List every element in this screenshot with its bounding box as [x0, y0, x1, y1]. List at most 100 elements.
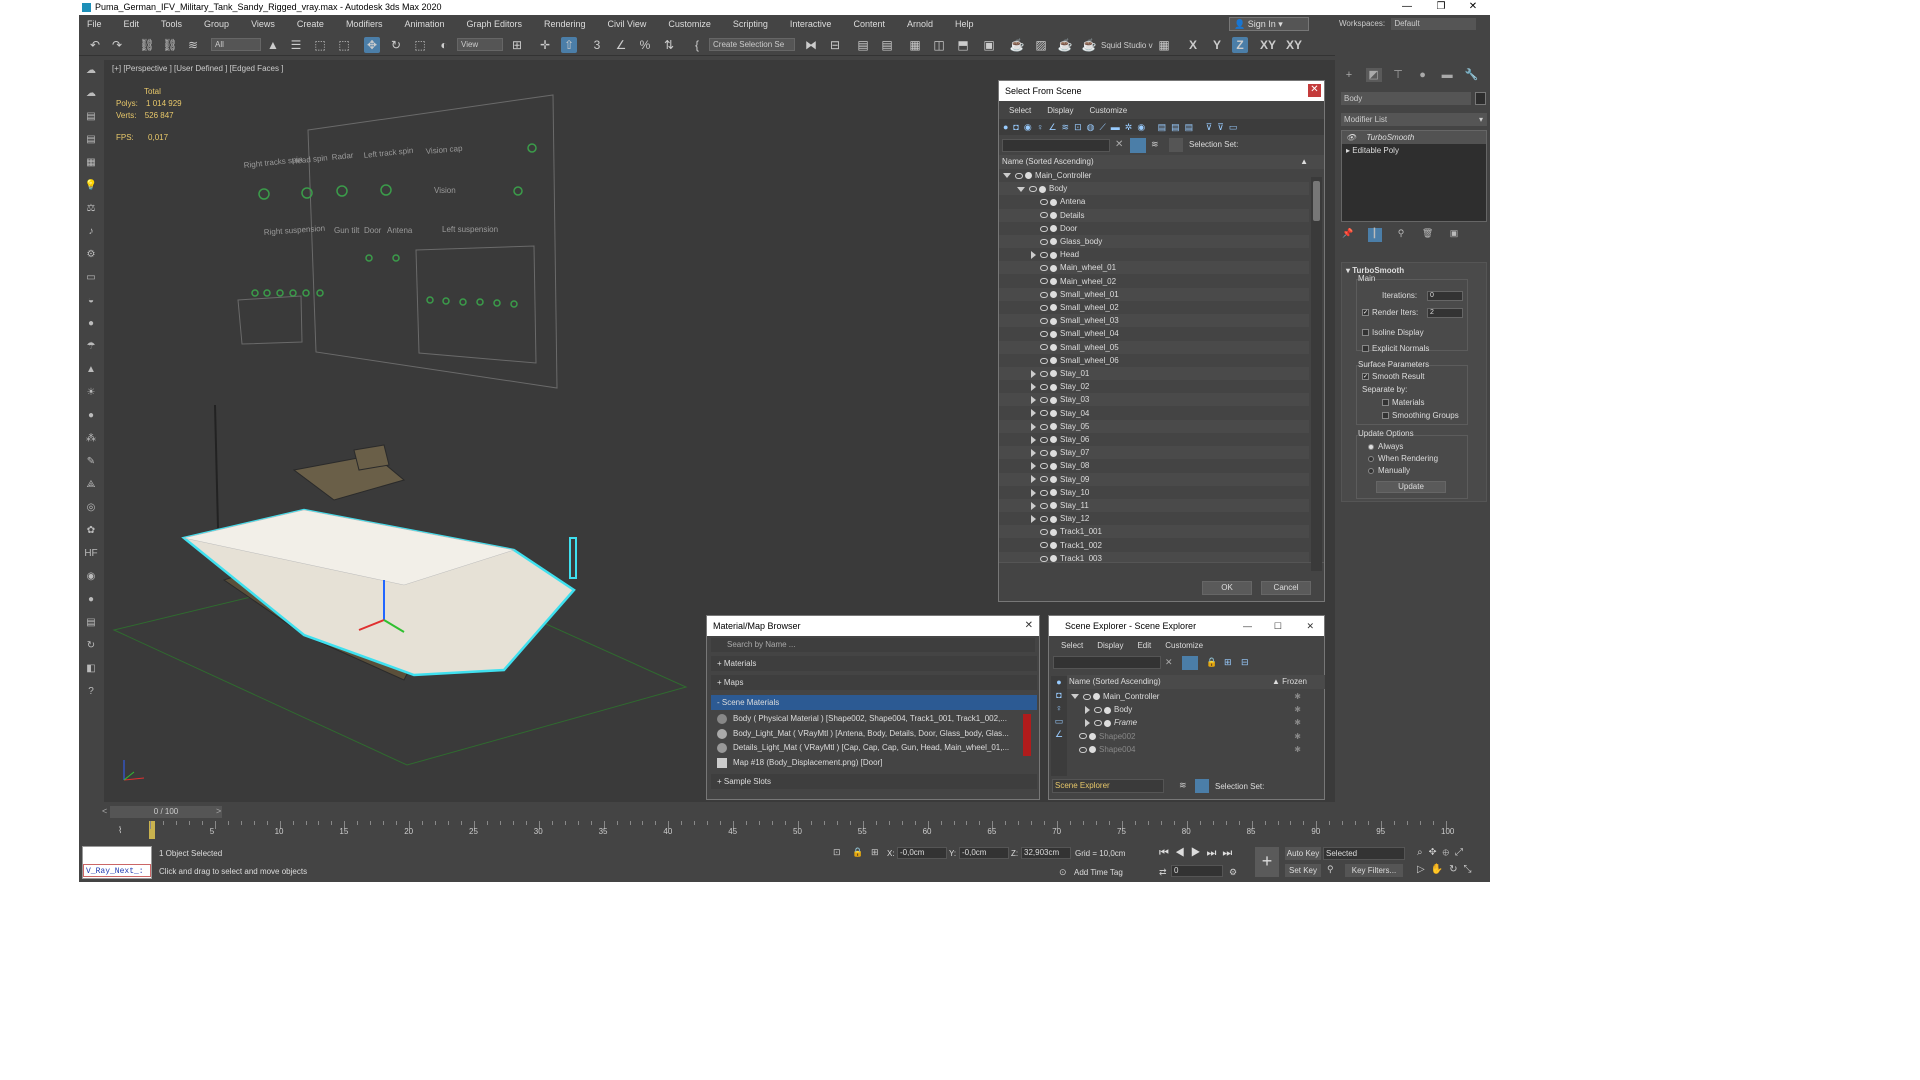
se-clear-icon[interactable]: ✕: [1165, 657, 1173, 668]
layer-explorer-icon[interactable]: ▤: [879, 37, 895, 53]
x-coordinate-field[interactable]: -0,0cm: [897, 847, 947, 859]
axis-z-button[interactable]: Z: [1232, 37, 1248, 53]
tree-row[interactable]: Antena: [999, 195, 1309, 208]
material-item[interactable]: Details_Light_Mat ( VRayMtl ) [Cap, Cap,…: [715, 741, 1033, 755]
edit-named-selection-icon[interactable]: {: [689, 37, 705, 53]
tree-row[interactable]: Head: [999, 248, 1309, 261]
render-iters-row[interactable]: ✓ Render Iters:: [1362, 307, 1418, 319]
mirror-icon[interactable]: ⧓: [803, 37, 819, 53]
se-side-filters[interactable]: ● ◘ ♀ ▭ ∠: [1051, 676, 1067, 776]
maxscript-listener[interactable]: V_Ray_Next_:: [82, 846, 152, 879]
select-move-icon[interactable]: ✥: [364, 37, 380, 53]
axis-y-button[interactable]: Y: [1209, 37, 1225, 53]
sphere-icon[interactable]: ●: [83, 317, 99, 331]
tree-row[interactable]: Track1_003: [999, 551, 1309, 562]
expand-icon[interactable]: [1031, 369, 1036, 378]
scene-explorer-close-button[interactable]: ✕: [1306, 616, 1314, 636]
visibility-icon[interactable]: [1040, 238, 1048, 245]
squid-studio-icon[interactable]: ☕: [1081, 37, 1097, 53]
smooth-result-row[interactable]: ✓ Smooth Result: [1362, 371, 1424, 383]
show-end-result-icon[interactable]: ┃: [1367, 228, 1382, 242]
visibility-icon[interactable]: [1079, 746, 1087, 753]
tree-row[interactable]: Details: [999, 208, 1309, 222]
ribbon-icon[interactable]: ▦: [907, 37, 923, 53]
set-key-button[interactable]: Set Key: [1285, 864, 1321, 877]
pin-stack-icon[interactable]: 📌: [1341, 228, 1355, 242]
script-icon[interactable]: ▤: [83, 616, 99, 630]
tree-row[interactable]: Small_wheel_04: [999, 327, 1309, 340]
menu-item-rendering[interactable]: Rendering: [544, 19, 586, 29]
helper-icon[interactable]: ⚖: [83, 202, 99, 216]
tree-row[interactable]: Glass_body: [999, 235, 1309, 248]
explicit-normals-row[interactable]: Explicit Normals: [1362, 343, 1429, 355]
stack-item-editable-poly[interactable]: ▸ Editable Poly: [1342, 144, 1486, 157]
tree-row[interactable]: Stay_10: [999, 486, 1309, 499]
tree-row[interactable]: Stay_12: [999, 512, 1309, 525]
freeze-icon[interactable]: ✱: [1294, 730, 1301, 743]
visibility-icon[interactable]: [1040, 291, 1048, 298]
menu-item-create[interactable]: Create: [297, 19, 324, 29]
time-config-icon[interactable]: ⚙: [1229, 867, 1237, 878]
visibility-icon[interactable]: [1040, 318, 1048, 325]
filter-toolbar[interactable]: ●◘◉♀∠≋⊡◍⟋▬✲◉ ▤▤▤ ⊽⊽▭: [999, 119, 1324, 135]
tree-row[interactable]: Stay_02: [999, 380, 1309, 393]
tree-row[interactable]: Body: [999, 182, 1309, 196]
curve-editor-icon[interactable]: ◫: [931, 37, 947, 53]
filter-icon[interactable]: [1130, 138, 1146, 153]
texture-icon[interactable]: ◉: [83, 570, 99, 584]
camera-tool-icon[interactable]: ▤: [83, 110, 99, 124]
window-crossing-icon[interactable]: ⬚: [336, 37, 352, 53]
material-item[interactable]: Body ( Physical Material ) [Shape002, Sh…: [715, 712, 1033, 726]
add-time-tag-button[interactable]: Add Time Tag: [1074, 868, 1123, 877]
tree-row[interactable]: Track1_002: [999, 539, 1309, 552]
set-key-big-button[interactable]: +: [1255, 847, 1279, 877]
tree-row[interactable]: Stay_03: [999, 393, 1309, 407]
viewport-nav-controls[interactable]: ⌕✥⊕⤢: [1417, 847, 1469, 858]
se-edit-menu[interactable]: Edit: [1137, 641, 1151, 650]
ok-button[interactable]: OK: [1202, 581, 1252, 595]
menu-item-scripting[interactable]: Scripting: [733, 19, 768, 29]
visibility-icon[interactable]: [1040, 529, 1048, 536]
stack-item-turbosmooth[interactable]: 👁 TurboSmooth: [1342, 131, 1486, 144]
expand-icon[interactable]: [1031, 488, 1036, 497]
se-layer-icon[interactable]: ≋: [1179, 780, 1187, 791]
configure-sets-icon[interactable]: ▣: [1447, 228, 1461, 242]
squid-studio-label[interactable]: Squid Studio v: [1101, 41, 1153, 50]
visibility-icon[interactable]: [1015, 172, 1023, 179]
expand-icon[interactable]: [1031, 462, 1036, 471]
rig-icon[interactable]: ⚙: [83, 248, 99, 262]
visibility-icon[interactable]: [1040, 423, 1048, 430]
se-explorer-dropdown[interactable]: Scene Explorer: [1052, 779, 1164, 793]
globe-icon[interactable]: ◎: [83, 501, 99, 515]
tree-row[interactable]: Small_wheel_02: [999, 301, 1309, 314]
selection-filter-dropdown[interactable]: All: [211, 38, 261, 51]
tree-row[interactable]: Stay_07: [999, 446, 1309, 460]
visibility-icon[interactable]: [1040, 212, 1048, 219]
visibility-icon[interactable]: [1040, 555, 1048, 562]
key-mode-icon[interactable]: ⇄: [1159, 867, 1167, 878]
tree-row[interactable]: Stay_11: [999, 499, 1309, 512]
tree-row[interactable]: Main_Controller: [999, 169, 1309, 182]
visibility-icon[interactable]: [1040, 384, 1048, 391]
when-rendering-radio-row[interactable]: When Rendering: [1368, 453, 1438, 465]
expand-icon[interactable]: [1085, 706, 1090, 715]
tree-scrollbar[interactable]: [1311, 177, 1322, 571]
time-slider[interactable]: 0 / 100: [110, 806, 222, 818]
visibility-icon[interactable]: [1029, 186, 1037, 193]
visibility-icon[interactable]: [1040, 225, 1048, 232]
percent-snap-icon[interactable]: %: [637, 37, 653, 53]
menu-item-arnold[interactable]: Arnold: [907, 19, 933, 29]
se-customize-menu[interactable]: Customize: [1165, 641, 1203, 650]
selection-set-icon[interactable]: [1169, 138, 1183, 152]
scene-explorer-icon[interactable]: ▤: [855, 37, 871, 53]
maps-section[interactable]: + Maps: [711, 675, 1037, 690]
utilities-tab-icon[interactable]: 🔧: [1464, 68, 1480, 82]
visibility-icon[interactable]: [1040, 199, 1048, 206]
tree-row[interactable]: Main_wheel_02: [999, 275, 1309, 288]
link-icon[interactable]: ⛓: [139, 37, 155, 53]
collapse-icon[interactable]: [1017, 186, 1025, 192]
axis-xy-button[interactable]: XY: [1257, 37, 1279, 53]
visibility-icon[interactable]: [1040, 516, 1048, 523]
freeze-icon[interactable]: ✱: [1294, 703, 1301, 716]
reference-coordinate-dropdown[interactable]: View: [457, 38, 503, 51]
